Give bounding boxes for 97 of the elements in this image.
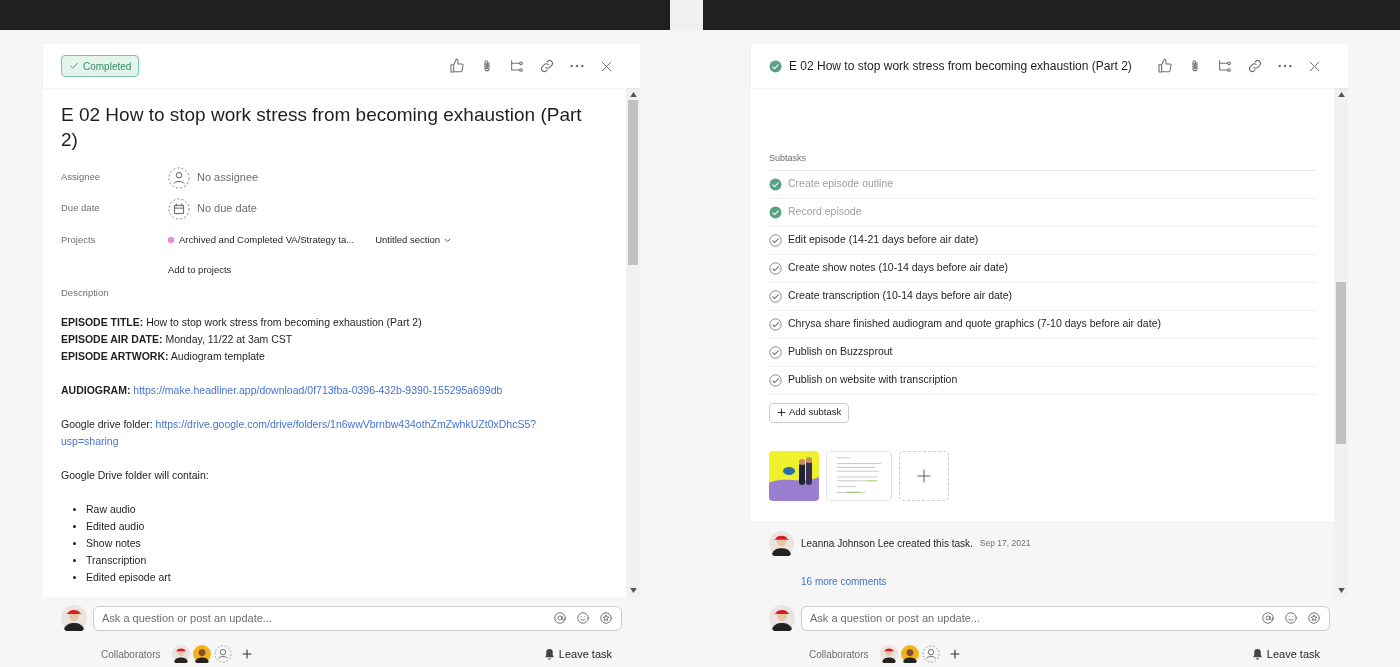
- assignee-field[interactable]: No assignee: [168, 166, 259, 189]
- comment-field[interactable]: Ask a question or post an update...: [810, 609, 1261, 627]
- url-link[interactable]: https://make.headliner.app/download/0f713fba-0396-432b-9390-155295a699db: [133, 384, 503, 397]
- url-link[interactable]: usp=sharing: [61, 435, 119, 448]
- list-item: Edited audio: [86, 519, 145, 535]
- more-comments-link[interactable]: 16 more comments: [801, 575, 887, 587]
- completed-button[interactable]: Completed: [61, 55, 140, 77]
- field-label: Assignee: [61, 170, 102, 185]
- task-title[interactable]: E 02 How to stop work stress from becoming exhaustion (Part 2): [61, 102, 608, 152]
- check-icon: [69, 61, 79, 71]
- plus-icon: [777, 408, 786, 417]
- leave-task-button[interactable]: Leave task: [1250, 645, 1320, 663]
- leave-task-button[interactable]: Leave task: [542, 645, 612, 663]
- add-collaborator-icon[interactable]: [214, 645, 233, 663]
- thumbs-up-icon[interactable]: [1157, 58, 1173, 74]
- check-circle-icon[interactable]: [769, 345, 782, 359]
- subtask-icon[interactable]: [509, 58, 525, 74]
- comment-box[interactable]: Ask a question or post an update...: [93, 605, 622, 631]
- list-item: Transcription: [86, 553, 147, 569]
- scrollbar[interactable]: [626, 88, 640, 597]
- link-icon[interactable]: [539, 58, 555, 74]
- completed-check-icon[interactable]: [769, 205, 782, 219]
- field-label: Due date: [61, 201, 101, 216]
- description-text: EPISODE TITLE: How to stop work stress from becoming exhaustion (Part 2): [61, 315, 423, 331]
- subtask-row[interactable]: Chrysa share finished audiogram and quote graphics (7-10 days before air date): [769, 310, 1316, 339]
- avatar-icon: [880, 645, 899, 663]
- avatar-icon: [193, 645, 212, 663]
- scroll-up-icon[interactable]: [629, 92, 637, 97]
- list-item: Edited episode art: [86, 570, 171, 586]
- bullet-icon: [73, 542, 76, 546]
- check-circle-icon[interactable]: [769, 373, 782, 387]
- avatar-icon: [61, 605, 87, 631]
- subtasks-label: Subtasks: [769, 152, 1316, 171]
- emoji-icon[interactable]: [1284, 611, 1298, 625]
- scroll-up-icon[interactable]: [1337, 92, 1345, 97]
- plus-icon: [916, 467, 932, 484]
- calendar-icon: [168, 197, 190, 220]
- plus-icon[interactable]: [949, 648, 962, 660]
- subtask-row[interactable]: Publish on Buzzsprout: [769, 338, 1316, 367]
- subtask-row[interactable]: Edit episode (14-21 days before air date): [769, 226, 1316, 255]
- bullet-icon: [73, 559, 76, 563]
- description-text: EPISODE ARTWORK: Audiogram template: [61, 349, 266, 365]
- scroll-down-icon[interactable]: [629, 588, 637, 593]
- check-circle-icon[interactable]: [769, 261, 782, 275]
- list-item: Raw audio: [86, 502, 136, 518]
- avatar-icon: [769, 605, 795, 631]
- mention-icon[interactable]: [1261, 611, 1275, 625]
- link-icon[interactable]: [1247, 58, 1263, 74]
- check-circle-icon[interactable]: [769, 233, 782, 247]
- avatar-icon: [769, 530, 794, 556]
- bullet-icon: [73, 525, 76, 529]
- emoji-icon[interactable]: [576, 611, 590, 625]
- star-icon[interactable]: [599, 611, 613, 625]
- bullet-icon: [73, 576, 76, 580]
- person-icon: [168, 166, 190, 189]
- description-text: AUDIOGRAM:: [61, 384, 131, 397]
- scrollbar-thumb[interactable]: [628, 100, 638, 265]
- plus-icon[interactable]: [241, 648, 254, 660]
- comment-field[interactable]: Ask a question or post an update...: [102, 609, 553, 627]
- subtask-icon[interactable]: [1217, 58, 1233, 74]
- star-icon[interactable]: [1307, 611, 1321, 625]
- avatar-icon: [172, 645, 191, 663]
- completed-check-icon[interactable]: [769, 177, 782, 191]
- list-item: Show notes: [86, 536, 141, 552]
- check-circle-icon[interactable]: [769, 317, 782, 331]
- bell-icon: [1250, 647, 1264, 661]
- completed-check-icon[interactable]: [769, 59, 782, 73]
- add-to-projects-link[interactable]: Add to projects: [168, 264, 232, 275]
- section-dropdown[interactable]: Untitled section: [375, 232, 453, 248]
- subtask-row[interactable]: Publish on website with transcription: [769, 366, 1316, 395]
- activity-date: Sep 17, 2021: [979, 536, 1031, 550]
- project-link[interactable]: Archived and Completed VA/Strategy ta...: [179, 232, 355, 248]
- add-collaborator-icon[interactable]: [922, 645, 941, 663]
- subtask-row[interactable]: Create show notes (10-14 days before air date): [769, 254, 1316, 283]
- check-circle-icon[interactable]: [769, 289, 782, 303]
- scroll-down-icon[interactable]: [1337, 588, 1345, 593]
- description-label: Description: [61, 286, 110, 300]
- field-label: Projects: [61, 232, 97, 247]
- mention-icon[interactable]: [553, 611, 567, 625]
- collaborators-label: Collaborators: [101, 647, 161, 662]
- description-text: EPISODE AIR DATE: Monday, 11/22 at 3am CST: [61, 332, 294, 348]
- bullet-icon: [73, 508, 76, 512]
- activity-text: Leanna Johnson Lee created this task.: [801, 536, 973, 551]
- subtask-row[interactable]: Create transcription (10-14 days before air date): [769, 282, 1316, 311]
- description-text: Google Drive folder will contain:: [61, 468, 210, 484]
- bell-icon: [542, 647, 556, 661]
- collaborators-label: Collaborators: [809, 647, 869, 662]
- scrollbar[interactable]: [1334, 88, 1348, 597]
- task-title[interactable]: E 02 How to stop work stress from becoming exhaustion (Part 2): [789, 57, 1132, 75]
- thumbs-up-icon[interactable]: [449, 58, 465, 74]
- due-date-field[interactable]: No due date: [168, 197, 257, 220]
- url-link[interactable]: https://drive.google.com/drive/folders/1n6wwVbrnbw434othZmZwhkUZt0xDhcS5?: [155, 418, 537, 431]
- add-subtask-button[interactable]: Add subtask: [769, 402, 850, 423]
- description-text: Google drive folder:: [61, 418, 153, 431]
- avatar-icon: [901, 645, 920, 663]
- comment-box[interactable]: Ask a question or post an update...: [801, 605, 1330, 631]
- scrollbar-thumb[interactable]: [1336, 282, 1346, 444]
